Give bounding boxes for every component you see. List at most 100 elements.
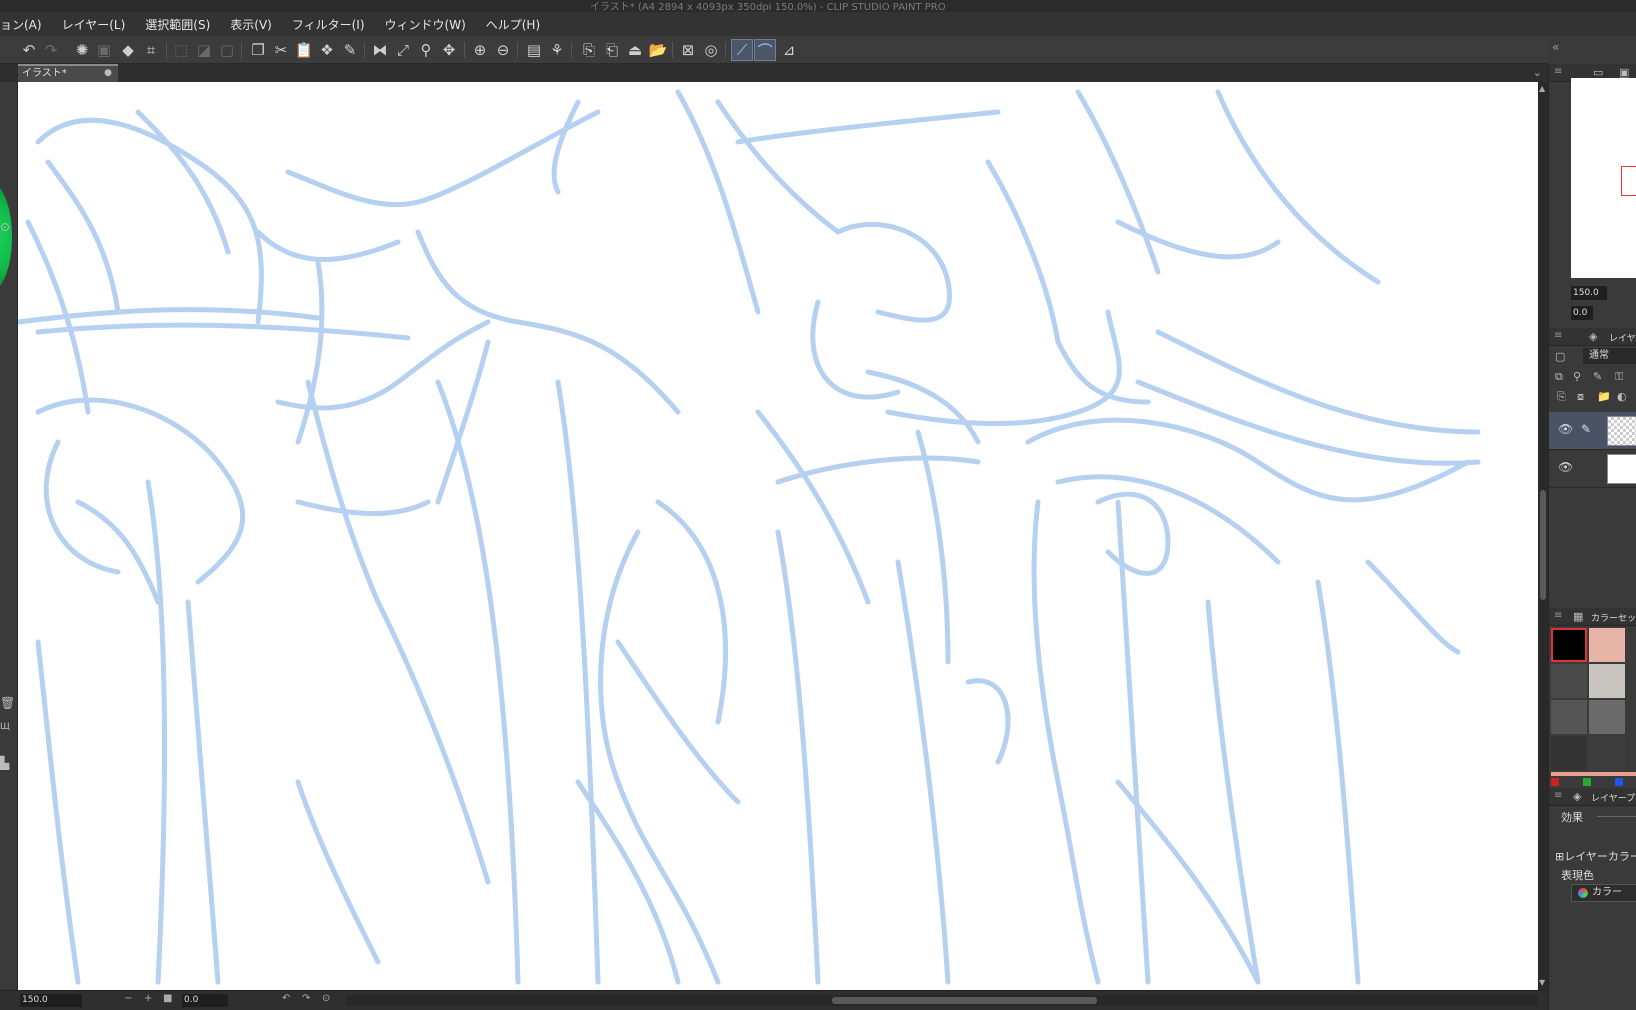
export-png-icon[interactable]: ⎗ (601, 39, 623, 61)
color-wheel[interactable] (0, 182, 12, 292)
layer-color-label[interactable]: ⊞レイヤーカラー (1555, 848, 1636, 864)
angle-field[interactable]: 0.0 (182, 994, 228, 1007)
new-icon[interactable]: ⎘ (578, 39, 600, 61)
color-strip-blue[interactable] (1615, 778, 1623, 786)
color-set-icon[interactable]: ▦ (1573, 610, 1583, 623)
title-bar: イラスト* (A4 2894 x 4093px 350dpi 150.0%) -… (0, 0, 1636, 13)
layer-row-sketch[interactable]: 👁 ✎ (1549, 412, 1636, 450)
navigator-preview[interactable] (1571, 78, 1636, 278)
fit-icon[interactable]: ▤ (523, 39, 545, 61)
swatch-gray-4[interactable] (1589, 700, 1625, 734)
save-icon[interactable]: ⏏ (624, 39, 646, 61)
menu-help[interactable]: ヘルプ(H) (486, 16, 540, 33)
menu-window[interactable]: ウィンドウ(W) (385, 16, 466, 33)
new-folder-icon[interactable]: 📁 (1597, 390, 1611, 403)
swatch-gray-5[interactable] (1551, 736, 1587, 770)
open-icon[interactable]: 📂 (647, 39, 669, 61)
draft-icon[interactable]: ✎ (1593, 370, 1602, 383)
lock-layer-icon[interactable]: ⚿ (1615, 370, 1623, 384)
deselect-icon[interactable]: ⬚ (170, 39, 192, 61)
grip-icon[interactable]: ≡ (1554, 610, 1562, 621)
grip-icon[interactable]: ≡ (1554, 330, 1562, 341)
blend-mode-select[interactable]: 通常 (1583, 348, 1636, 364)
menu-view[interactable]: 表示(V) (230, 16, 272, 33)
close-icon[interactable]: ⊠ (677, 39, 699, 61)
color-strip-green[interactable] (1583, 778, 1591, 786)
swatch-skin[interactable] (1589, 628, 1625, 662)
swatch-gray-6[interactable] (1589, 736, 1625, 770)
color-strip-red[interactable] (1551, 778, 1559, 786)
drawing-canvas[interactable] (18, 82, 1538, 990)
vertical-scrollbar[interactable]: ▲ ▼ (1538, 82, 1548, 990)
color-mode-button[interactable]: カラー (1571, 884, 1636, 902)
fit-button[interactable]: ■ (163, 993, 172, 1004)
swatch-gray-1[interactable] (1551, 664, 1587, 698)
vertical-scroll-thumb[interactable] (1540, 490, 1546, 600)
grip-icon[interactable]: ≡ (1554, 790, 1562, 801)
reference-icon[interactable]: ⚲ (1573, 370, 1581, 383)
redo-icon[interactable]: ↷ (40, 39, 62, 61)
scroll-down-icon[interactable]: ▼ (1539, 978, 1545, 987)
layer-copy-icon[interactable]: ❖ (316, 39, 338, 61)
rotate-icon[interactable]: ⤢ (392, 39, 414, 61)
trash-icon[interactable]: 🗑 (0, 696, 15, 710)
dock-toggle-icon[interactable]: ⊙ (0, 220, 10, 234)
menu-filter[interactable]: フィルター(I) (292, 16, 365, 33)
settings-icon[interactable]: ◎ (700, 39, 722, 61)
zoom-in-button[interactable]: + (144, 993, 152, 1004)
scroll-up-icon[interactable]: ▲ (1539, 84, 1545, 93)
rotate-right-icon[interactable]: ↷ (302, 993, 310, 1004)
zoom-in-icon[interactable]: ⊕ (469, 39, 491, 61)
collapse-arrow-icon[interactable]: « (1552, 40, 1559, 54)
cut-icon[interactable]: ✂ (270, 39, 292, 61)
chevron-down-icon[interactable]: ⌄ (1533, 66, 1542, 79)
tab-illust[interactable]: イラスト* ● (18, 64, 118, 82)
flip-horizontal-icon[interactable]: ⧓ (369, 39, 391, 61)
clear-outside-icon[interactable]: ▣ (93, 39, 115, 61)
layer-property-icon[interactable]: ◈ (1573, 790, 1581, 803)
ruler-snap-icon[interactable]: ⟋ (731, 39, 753, 61)
reset-rotation-icon[interactable]: ⊙ (322, 993, 330, 1004)
grid-snap-icon[interactable]: ⊿ (778, 39, 800, 61)
menu-layer[interactable]: レイヤー(L) (62, 16, 126, 33)
snap-icon[interactable]: ⚘ (546, 39, 568, 61)
horizontal-scrollbar[interactable] (346, 995, 1538, 1006)
zoom-out-button[interactable]: − (124, 993, 132, 1004)
swatch-black[interactable] (1551, 628, 1587, 662)
clip-icon[interactable]: ⧉ (1555, 370, 1563, 384)
tab-close-icon[interactable]: ● (104, 66, 112, 81)
zoom-out-icon[interactable]: ⊖ (492, 39, 514, 61)
undo-icon[interactable]: ↶ (18, 39, 40, 61)
new-vector-layer-icon[interactable]: ⧇ (1577, 390, 1584, 404)
clear-icon[interactable]: ✺ (71, 39, 93, 61)
horizontal-scroll-thumb[interactable] (832, 997, 1097, 1004)
special-ruler-snap-icon[interactable]: ⌒ (754, 39, 776, 61)
blend-toggle-icon[interactable]: ▢ (1555, 350, 1565, 363)
navigator-angle[interactable]: 0.0 (1571, 306, 1593, 320)
menu-animation[interactable]: ョン(A) (0, 16, 42, 33)
invert-selection-icon[interactable]: ◪ (193, 39, 215, 61)
layers-icon[interactable]: ◈ (1589, 330, 1597, 343)
edit-icon[interactable]: ✎ (339, 39, 361, 61)
navigator-zoom[interactable]: 150.0 (1571, 286, 1607, 300)
grip-icon[interactable]: ≡ (1554, 66, 1562, 77)
mask-icon[interactable]: ▢ (216, 39, 238, 61)
fill-icon[interactable]: ◆ (117, 39, 139, 61)
move-icon[interactable]: ✥ (438, 39, 460, 61)
swatch-gray-3[interactable] (1551, 700, 1587, 734)
zoom-field[interactable]: 150.0 (20, 994, 82, 1007)
rotate-left-icon[interactable]: ↶ (282, 993, 290, 1004)
eye-icon[interactable]: 👁 (1558, 422, 1573, 436)
lock-icon[interactable]: ▙ (0, 756, 9, 770)
zoom-icon[interactable]: ⚲ (415, 39, 437, 61)
copy-icon[interactable]: ❐ (247, 39, 269, 61)
menu-selection[interactable]: 選択範囲(S) (145, 16, 210, 33)
transform-icon[interactable]: ⌗ (140, 39, 162, 61)
layer-row-paper[interactable]: 👁 (1549, 450, 1636, 488)
navigator-view-frame[interactable] (1621, 166, 1636, 196)
new-raster-layer-icon[interactable]: ⎘ (1557, 390, 1566, 404)
swatch-gray-2[interactable] (1589, 664, 1625, 698)
eye-icon[interactable]: 👁 (1558, 460, 1573, 474)
paste-icon[interactable]: 📋 (293, 39, 315, 61)
layer-mask-icon[interactable]: ◐ (1617, 390, 1627, 403)
